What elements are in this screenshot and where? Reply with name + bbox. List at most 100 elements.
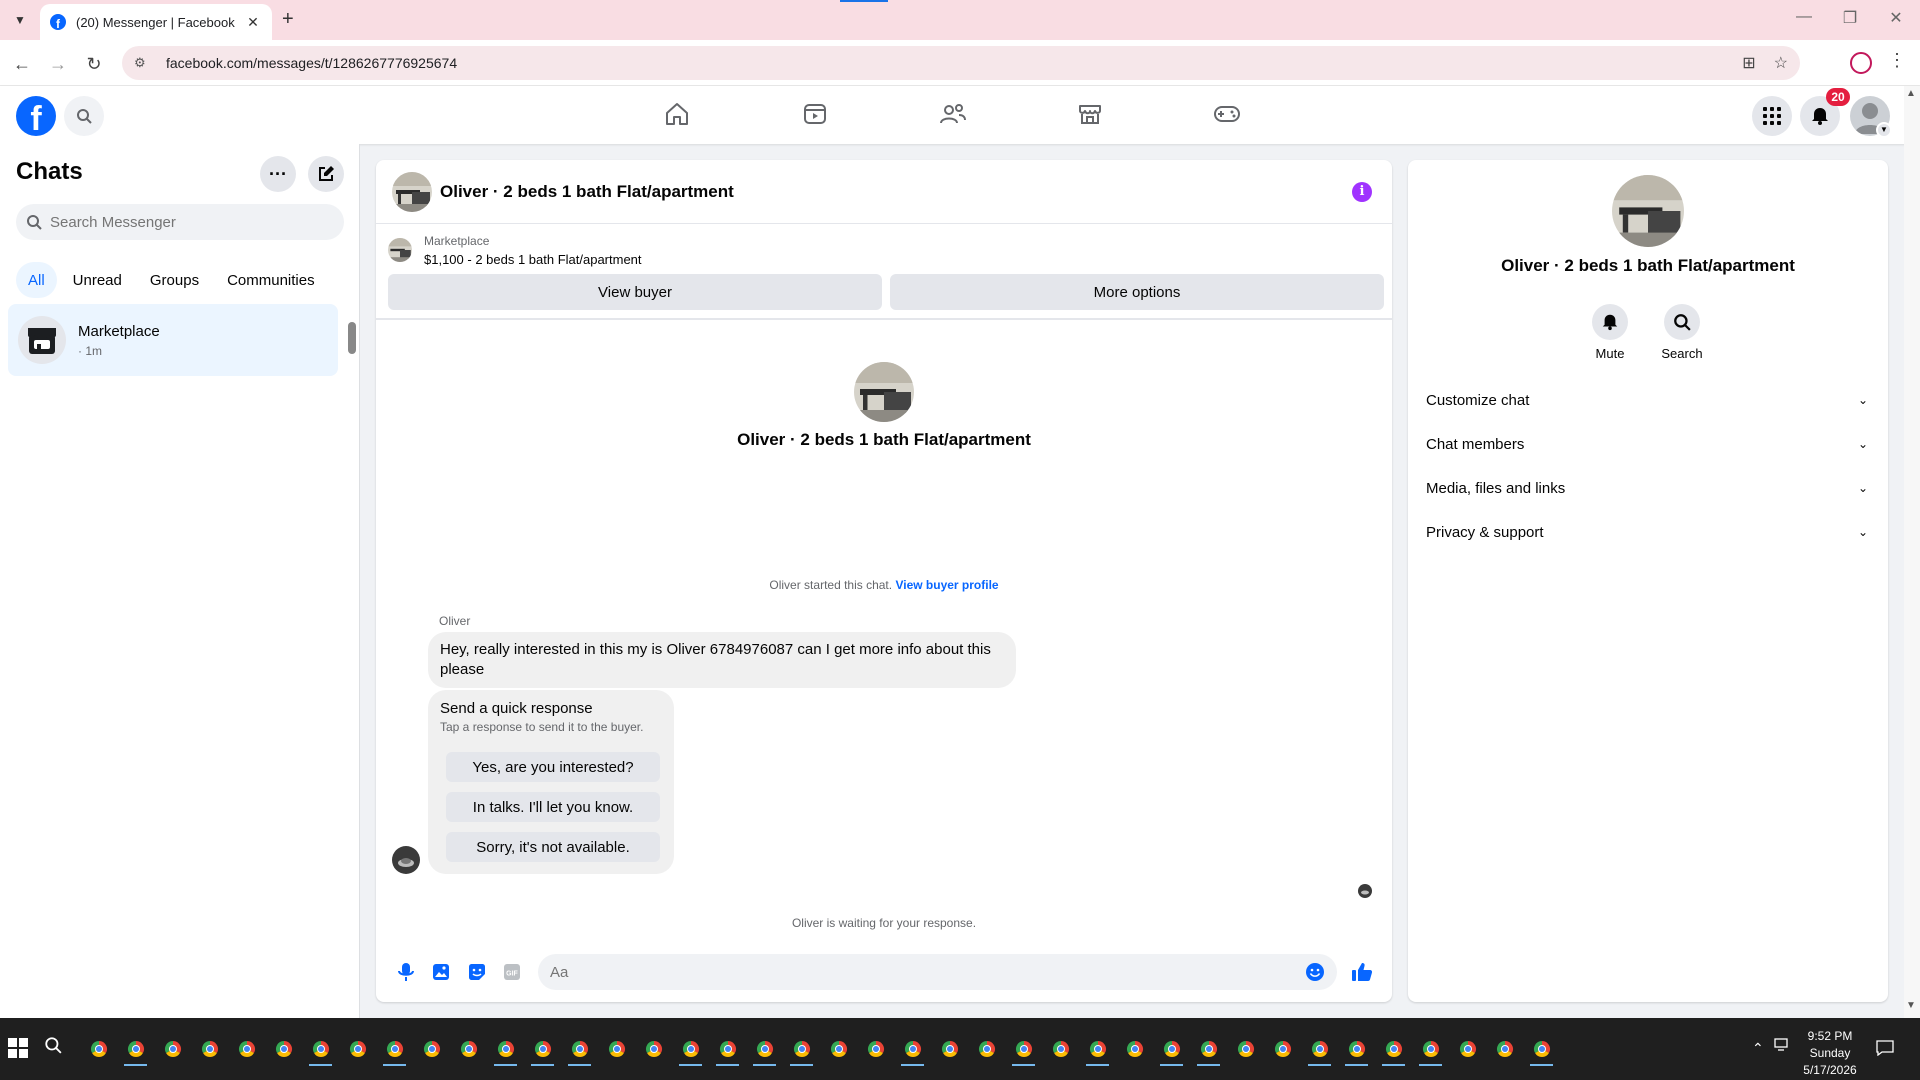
taskbar-chrome-app[interactable]	[413, 1032, 450, 1066]
attach-photo-button[interactable]	[423, 954, 458, 990]
filter-communities[interactable]: Communities	[215, 262, 327, 298]
quick-response-interested[interactable]: Yes, are you interested?	[446, 752, 660, 782]
nav-marketplace[interactable]	[1070, 96, 1110, 132]
taskbar-chrome-app[interactable]	[376, 1032, 413, 1066]
taskbar-chrome-app[interactable]	[265, 1032, 302, 1066]
scroll-down-arrow-icon[interactable]: ▼	[1906, 1000, 1916, 1011]
sticker-button[interactable]	[459, 954, 494, 990]
minimize-button[interactable]: —	[1792, 8, 1816, 26]
taskbar-chrome-app[interactable]	[1375, 1032, 1412, 1066]
network-icon[interactable]	[1774, 1038, 1790, 1057]
taskbar-chrome-app[interactable]	[1264, 1032, 1301, 1066]
page-scrollbar[interactable]	[1904, 86, 1920, 1018]
taskbar-chrome-app[interactable]	[746, 1032, 783, 1066]
taskbar-chrome-app[interactable]	[487, 1032, 524, 1066]
new-message-button[interactable]	[308, 156, 344, 192]
taskbar-chrome-app[interactable]	[672, 1032, 709, 1066]
new-tab-button[interactable]: +	[282, 8, 294, 30]
voice-clip-button[interactable]	[388, 954, 423, 990]
taskbar-chrome-app[interactable]	[1449, 1032, 1486, 1066]
reload-button[interactable]: ↻	[82, 52, 106, 76]
taskbar-chrome-app[interactable]	[1190, 1032, 1227, 1066]
taskbar-chrome-app[interactable]	[820, 1032, 857, 1066]
tab-search-button[interactable]: ▼	[8, 8, 32, 32]
facebook-logo-icon[interactable]: f	[16, 96, 56, 136]
tab-close-icon[interactable]: ✕	[244, 14, 262, 31]
privacy-support-row[interactable]: Privacy & support ⌄	[1416, 510, 1880, 554]
taskbar-chrome-app[interactable]	[228, 1032, 265, 1066]
taskbar-chrome-app[interactable]	[1116, 1032, 1153, 1066]
taskbar-chrome-app[interactable]	[968, 1032, 1005, 1066]
install-app-icon[interactable]: ⊞	[1742, 53, 1755, 73]
taskbar-chrome-app[interactable]	[635, 1032, 672, 1066]
facebook-search-button[interactable]	[64, 96, 104, 136]
system-clock[interactable]: 9:52 PM Sunday 5/17/2026	[1792, 1028, 1868, 1079]
chat-options-button[interactable]: ···	[260, 156, 296, 192]
search-action[interactable]: Search	[1652, 304, 1712, 361]
taskbar-chrome-app[interactable]	[1153, 1032, 1190, 1066]
mute-action[interactable]: Mute	[1580, 304, 1640, 361]
listing-thumbnail[interactable]	[388, 238, 412, 262]
search-messenger-input[interactable]	[50, 213, 334, 231]
url-text[interactable]: facebook.com/messages/t/1286267776925674	[166, 55, 1724, 71]
account-chevron-icon[interactable]: ▼	[1876, 122, 1892, 138]
view-buyer-profile-link[interactable]: View buyer profile	[895, 578, 998, 592]
taskbar-search-icon[interactable]	[44, 1036, 62, 1059]
message-input-wrapper[interactable]	[537, 954, 1337, 990]
conversation-avatar[interactable]	[392, 171, 432, 212]
browser-menu-icon[interactable]: ⋮	[1888, 50, 1906, 71]
sidebar-scrollbar[interactable]	[348, 322, 356, 354]
taskbar-chrome-app[interactable]	[598, 1032, 635, 1066]
scroll-up-arrow-icon[interactable]: ▲	[1906, 88, 1916, 99]
taskbar-chrome-app[interactable]	[561, 1032, 598, 1066]
tray-overflow-icon[interactable]: ⌃	[1752, 1040, 1764, 1057]
taskbar-chrome-app[interactable]	[1042, 1032, 1079, 1066]
conversation-info-icon[interactable]: i	[1352, 182, 1372, 202]
taskbar-chrome-app[interactable]	[191, 1032, 228, 1066]
info-avatar[interactable]	[1612, 175, 1684, 247]
intro-avatar[interactable]	[854, 362, 914, 422]
message-input[interactable]	[549, 963, 1305, 981]
taskbar-app-active[interactable]	[1523, 1032, 1560, 1066]
chat-list-item[interactable]: Marketplace · 1m	[8, 304, 338, 376]
taskbar-chrome-app[interactable]	[302, 1032, 339, 1066]
incoming-message-bubble[interactable]: Hey, really interested in this my is Oli…	[428, 632, 1016, 688]
nav-friends[interactable]	[933, 96, 973, 132]
emoji-icon[interactable]	[1305, 962, 1325, 982]
windows-start-icon[interactable]	[8, 1038, 28, 1058]
taskbar-chrome-app[interactable]	[931, 1032, 968, 1066]
forward-button[interactable]: →	[46, 52, 70, 76]
sender-avatar[interactable]	[392, 846, 420, 874]
taskbar-chrome-app[interactable]	[339, 1032, 376, 1066]
taskbar-chrome-app[interactable]	[1005, 1032, 1042, 1066]
listing-title[interactable]: $1,100 - 2 beds 1 bath Flat/apartment	[424, 252, 642, 267]
nav-video[interactable]	[795, 96, 835, 132]
filter-groups[interactable]: Groups	[138, 262, 211, 298]
conversation-title[interactable]: Oliver · 2 beds 1 bath Flat/apartment	[440, 182, 734, 202]
media-files-links-row[interactable]: Media, files and links ⌄	[1416, 466, 1880, 510]
mute-button[interactable]	[1592, 304, 1628, 340]
menu-grid-button[interactable]	[1752, 96, 1792, 136]
filter-unread[interactable]: Unread	[61, 262, 134, 298]
messenger-search[interactable]	[16, 204, 344, 240]
gif-button[interactable]: GIF	[494, 954, 529, 990]
window-close-button[interactable]: ✕	[1884, 8, 1908, 28]
view-buyer-button[interactable]: View buyer	[388, 274, 882, 310]
browser-tab-messenger[interactable]: f (20) Messenger | Facebook ✕	[40, 4, 272, 40]
taskbar-chrome-app[interactable]	[80, 1032, 117, 1066]
filter-all[interactable]: All	[16, 262, 57, 298]
taskbar-chrome-app[interactable]	[709, 1032, 746, 1066]
taskbar-chrome-app[interactable]	[154, 1032, 191, 1066]
taskbar-chrome-app[interactable]	[783, 1032, 820, 1066]
taskbar-chrome-app[interactable]	[117, 1032, 154, 1066]
bookmark-star-icon[interactable]: ☆	[1774, 53, 1788, 73]
taskbar-chrome-app[interactable]	[1079, 1032, 1116, 1066]
browser-profile-icon[interactable]	[1850, 52, 1872, 74]
more-options-button[interactable]: More options	[890, 274, 1384, 310]
url-omnibox[interactable]: ⚙ facebook.com/messages/t/12862677769256…	[122, 46, 1800, 80]
site-info-icon[interactable]: ⚙	[134, 55, 154, 71]
taskbar-chrome-app[interactable]	[1227, 1032, 1264, 1066]
taskbar-chrome-app[interactable]	[1412, 1032, 1449, 1066]
taskbar-chrome-app[interactable]	[1301, 1032, 1338, 1066]
taskbar-chrome-app[interactable]	[1338, 1032, 1375, 1066]
